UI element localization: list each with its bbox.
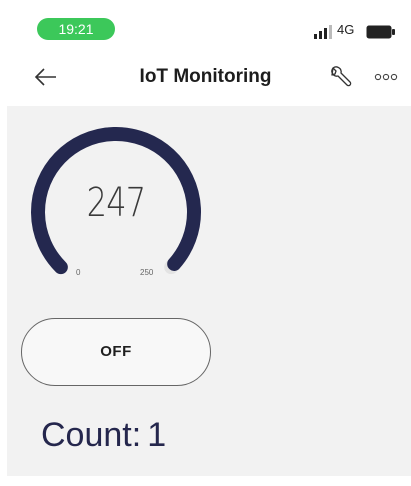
app-header: IoT Monitoring: [0, 52, 411, 104]
count-value: 1: [147, 416, 167, 454]
status-bar: 19:21 4G: [0, 0, 411, 50]
gauge-max-label: 250: [140, 268, 154, 277]
status-time: 19:21: [37, 18, 115, 40]
gauge-min-label: 0: [76, 268, 81, 277]
wrench-icon[interactable]: [327, 64, 353, 90]
widget-area: 247 0 250 OFF Count: 1: [7, 106, 411, 476]
count-label: Count:: [41, 416, 142, 454]
app-screen: 19:21 4G IoT Monitoring 247 0 250 OFF Co…: [0, 0, 411, 486]
off-toggle-button[interactable]: OFF: [21, 318, 211, 386]
network-label: 4G: [337, 22, 355, 37]
more-dots-icon[interactable]: [373, 68, 399, 86]
gauge-value: 247: [86, 180, 146, 226]
toggle-label: OFF: [100, 343, 132, 360]
count-display: Count: 1: [41, 416, 166, 455]
signal-bars-icon: [314, 25, 332, 39]
battery-icon: [366, 25, 395, 39]
